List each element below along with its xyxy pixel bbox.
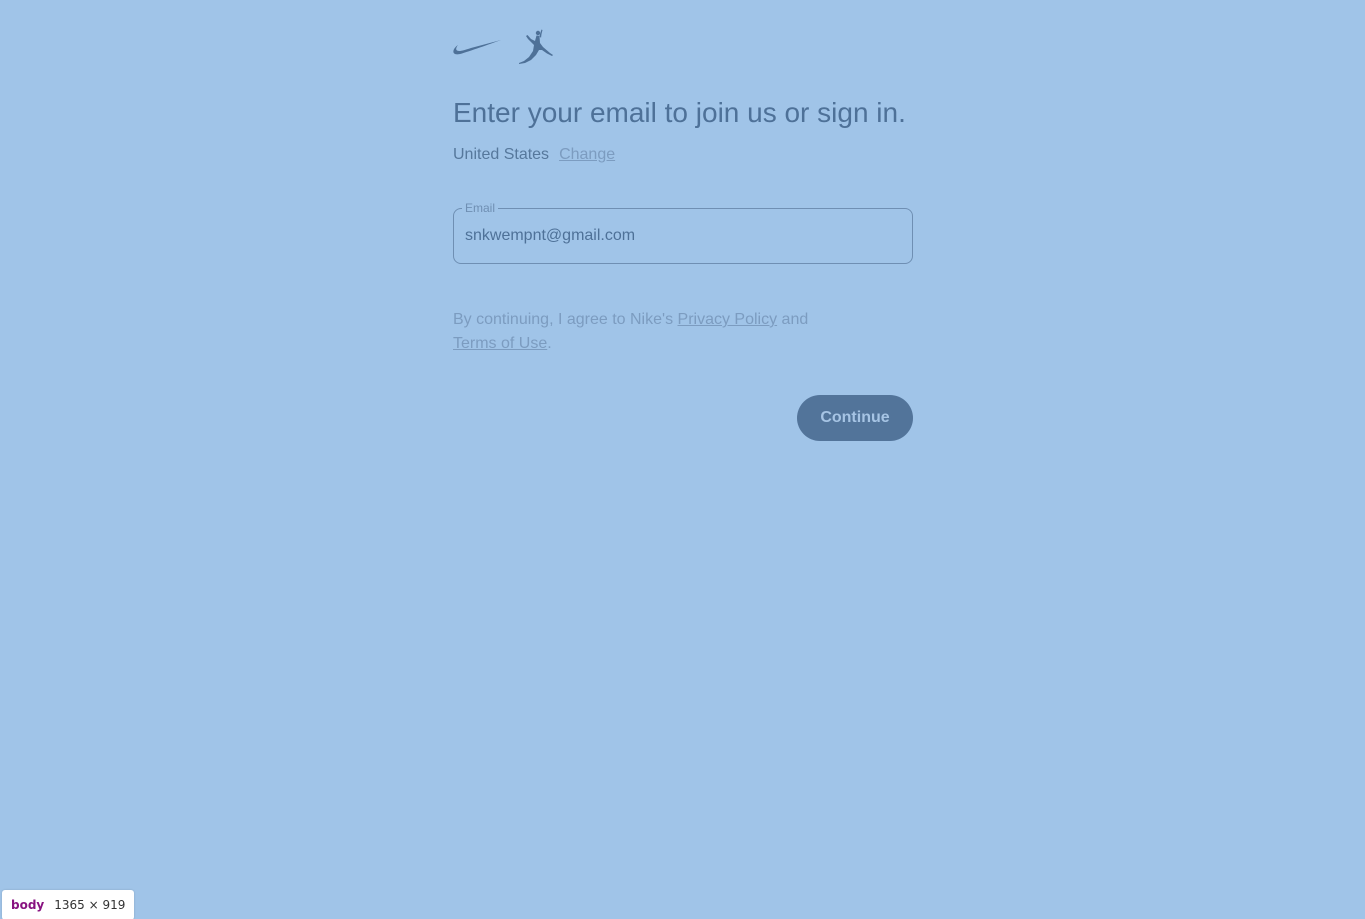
brand-logos bbox=[453, 28, 555, 68]
badge-tag-name: body bbox=[11, 898, 45, 912]
terms-of-use-link[interactable]: Terms of Use bbox=[453, 335, 547, 352]
badge-dimensions: 1365 × 919 bbox=[54, 898, 126, 912]
country-label: United States bbox=[453, 146, 550, 163]
privacy-policy-link[interactable]: Privacy Policy bbox=[678, 311, 778, 328]
page-heading: Enter your email to join us or sign in. bbox=[453, 97, 906, 128]
terms-suffix: . bbox=[547, 335, 552, 352]
jumpman-icon bbox=[517, 29, 555, 67]
email-field[interactable]: Email bbox=[453, 201, 913, 264]
terms-notice: By continuing, I agree to Nike's Privacy… bbox=[453, 308, 853, 356]
change-country-link[interactable]: Change bbox=[559, 146, 615, 164]
terms-middle: and bbox=[777, 311, 809, 328]
devtools-element-badge: body 1365 × 919 bbox=[2, 890, 135, 919]
country-selector: United States Change bbox=[453, 146, 615, 164]
continue-button[interactable]: Continue bbox=[797, 395, 913, 441]
terms-prefix: By continuing, I agree to Nike's bbox=[453, 311, 678, 328]
email-input[interactable] bbox=[465, 209, 900, 263]
nike-swoosh-icon bbox=[453, 38, 503, 58]
page: Enter your email to join us or sign in. … bbox=[0, 0, 1365, 919]
